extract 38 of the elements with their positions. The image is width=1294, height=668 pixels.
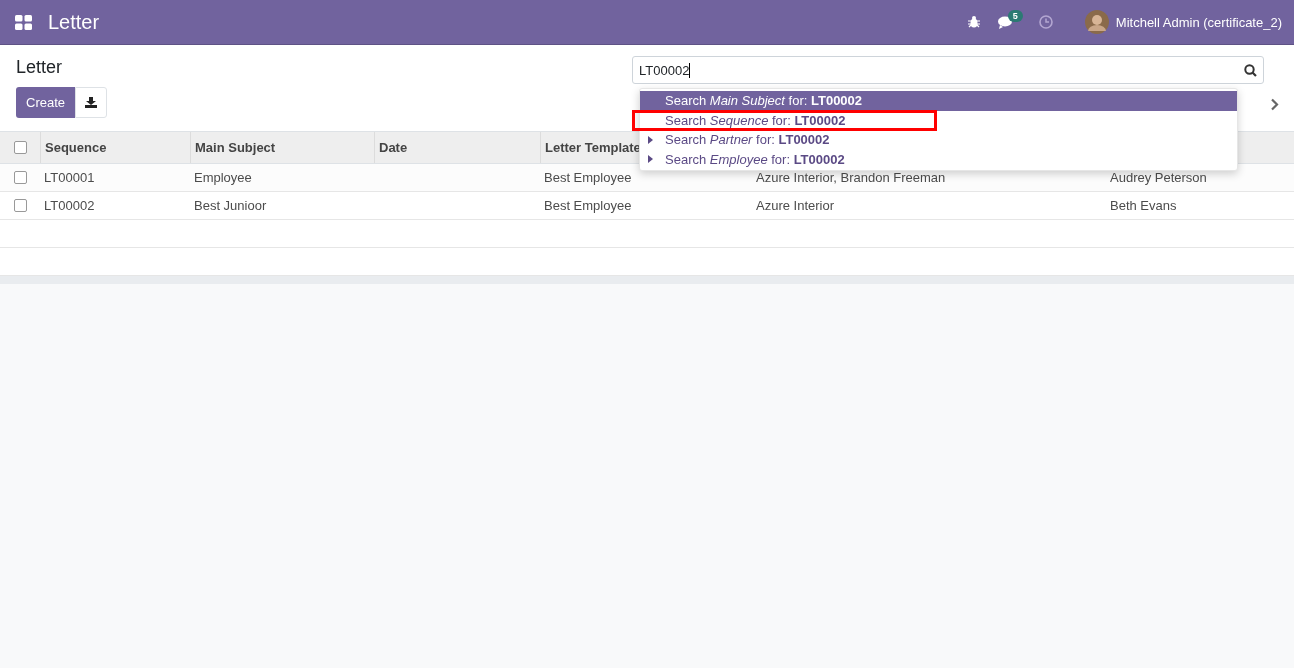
- search-icon[interactable]: [1244, 63, 1257, 77]
- table-cell: LT00002: [44, 198, 95, 213]
- expand-caret-icon[interactable]: [648, 135, 653, 144]
- table-cell: Beth Evans: [1110, 198, 1177, 213]
- breadcrumb-title: Letter: [16, 57, 64, 78]
- column-header[interactable]: Letter Template: [545, 140, 641, 155]
- avatar[interactable]: [1084, 10, 1109, 34]
- table-cell: Employee: [194, 170, 252, 185]
- user-name[interactable]: Mitchell Admin (certificate_2): [1115, 14, 1282, 30]
- search-value: LT00002: [639, 62, 690, 78]
- expand-caret-icon[interactable]: [648, 155, 653, 164]
- column-header[interactable]: Sequence: [45, 140, 107, 155]
- table-cell: LT00001: [44, 170, 95, 185]
- table-cell: Azure Interior, Brandon Freeman: [756, 170, 946, 185]
- apps-menu-icon[interactable]: [15, 14, 32, 30]
- row-checkbox[interactable]: [13, 171, 27, 184]
- bug-icon[interactable]: [967, 16, 980, 28]
- table-cell: Azure Interior: [756, 198, 835, 213]
- chat-icon[interactable]: [997, 15, 1015, 29]
- column-header[interactable]: Main Subject: [195, 140, 276, 155]
- column-header[interactable]: Date: [379, 140, 408, 155]
- download-icon: [85, 97, 98, 108]
- search-field[interactable]: LT00002: [632, 56, 1264, 84]
- suggestion-item[interactable]: Search Sequence for: LT00002: [633, 110, 936, 130]
- suggestion-item[interactable]: Search Partner for: LT00002: [640, 130, 1237, 150]
- table-cell: Audrey Peterson: [1110, 170, 1207, 185]
- message-count-badge: 5: [1007, 9, 1023, 22]
- table-cell: Best Employee: [544, 198, 632, 213]
- row-checkbox[interactable]: [13, 199, 27, 212]
- select-all-checkbox[interactable]: [13, 141, 27, 154]
- table-cell: Best Employee: [544, 170, 632, 185]
- download-button[interactable]: [75, 87, 108, 118]
- suggestion-item[interactable]: Search Employee for: LT00002: [640, 149, 1237, 169]
- suggestion-item[interactable]: Search Main Subject for: LT00002: [640, 91, 1237, 111]
- app-title[interactable]: Letter: [48, 10, 100, 34]
- table-cell: Best Junioor: [194, 198, 267, 213]
- next-page-icon[interactable]: [1270, 98, 1279, 111]
- create-button[interactable]: Create: [16, 87, 76, 118]
